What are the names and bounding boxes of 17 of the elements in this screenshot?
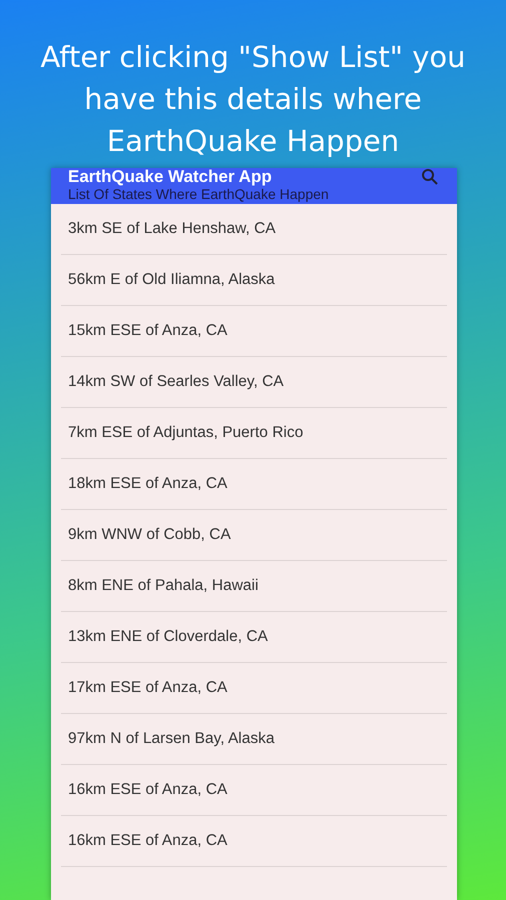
place-item[interactable]: 18km ESE of Anza, CA [61,475,228,493]
place-item[interactable]: 16km ESE of Anza, CA [61,832,228,850]
place-item[interactable]: 16km ESE of Anza, CA [61,781,228,799]
place-item[interactable]: 97km N of Larsen Bay, Alaska [61,730,274,748]
place-item[interactable]: 17km ESE of Anza, CA [61,679,228,697]
app-title: EarthQuake Watcher App [68,168,273,185]
place-item[interactable]: 7km ESE of Adjuntas, Puerto Rico [61,424,304,442]
place-item[interactable]: 3km SE of Lake Henshaw, CA [61,220,276,238]
place-item[interactable]: 13km ENE of Cloverdale, CA [61,628,268,646]
search-icon[interactable] [421,168,439,186]
place-item[interactable]: 14km SW of Searles Valley, CA [61,373,284,391]
caption-text: After clicking "Show List" you have this details where EarthQuake Happen [39,39,467,160]
app-subtitle: List Of States Where EarthQuake Happen [68,186,329,204]
place-item[interactable]: 8km ENE of Pahala, Hawaii [61,577,258,595]
place-item[interactable]: 15km ESE of Anza, CA [61,322,228,340]
place-item[interactable]: 9km WNW of Cobb, CA [61,526,231,544]
place-item[interactable]: 56km E of Old Iliamna, Alaska [61,271,275,289]
